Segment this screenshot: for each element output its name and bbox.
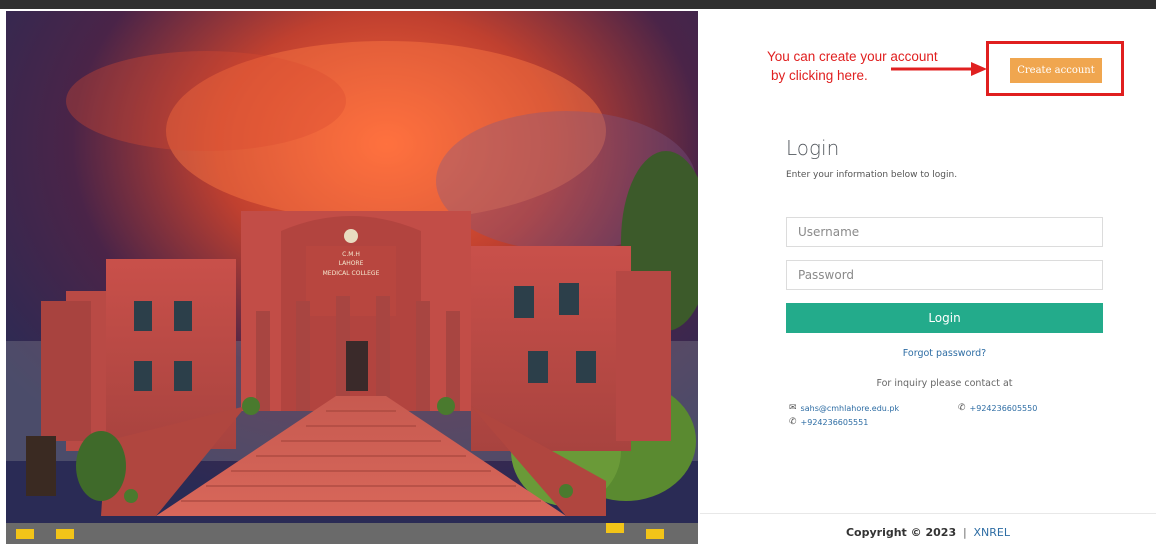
contact-email[interactable]: ✉ sahs@cmhlahore.edu.pk xyxy=(789,403,900,414)
annotation-arrow-icon xyxy=(891,62,987,76)
contact-email-text[interactable]: sahs@cmhlahore.edu.pk xyxy=(801,404,900,413)
forgot-password-link[interactable]: Forgot password? xyxy=(786,348,1103,359)
contact-phone-1-text[interactable]: +924236605550 xyxy=(970,404,1038,413)
footer-divider xyxy=(700,513,1156,514)
contact-phone-1[interactable]: ✆ +924236605550 xyxy=(958,403,1038,414)
campus-photo: C.M.H LAHORE MEDICAL COLLEGE xyxy=(6,11,698,544)
login-page: C.M.H LAHORE MEDICAL COLLEGE You can cre… xyxy=(0,0,1156,544)
phone-icon: ✆ xyxy=(958,403,966,413)
login-title: Login xyxy=(786,136,840,160)
username-input[interactable] xyxy=(786,217,1103,247)
sign-line-1: C.M.H xyxy=(342,251,360,258)
sign-line-2: LAHORE xyxy=(339,260,364,267)
top-bar xyxy=(0,0,1156,9)
footer: Copyright © 2023 | XNREL xyxy=(700,526,1156,539)
contact-phone-2[interactable]: ✆ +924236605551 xyxy=(789,417,869,428)
contact-phone-2-text[interactable]: +924236605551 xyxy=(801,418,869,427)
inquiry-text: For inquiry please contact at xyxy=(876,378,1013,389)
password-input[interactable] xyxy=(786,260,1103,290)
login-button[interactable]: Login xyxy=(786,303,1103,333)
copyright-text: Copyright © 2023 xyxy=(845,526,957,539)
phone-icon: ✆ xyxy=(789,417,797,427)
footer-separator: | xyxy=(962,526,967,539)
envelope-icon: ✉ xyxy=(789,403,797,413)
login-subtitle: Enter your information below to login. xyxy=(786,170,958,180)
campus-illustration: C.M.H LAHORE MEDICAL COLLEGE xyxy=(6,11,698,544)
brand-link[interactable]: XNREL xyxy=(974,526,1011,539)
sign-line-3: MEDICAL COLLEGE xyxy=(323,270,380,277)
create-account-button[interactable]: Create account xyxy=(1010,58,1102,83)
